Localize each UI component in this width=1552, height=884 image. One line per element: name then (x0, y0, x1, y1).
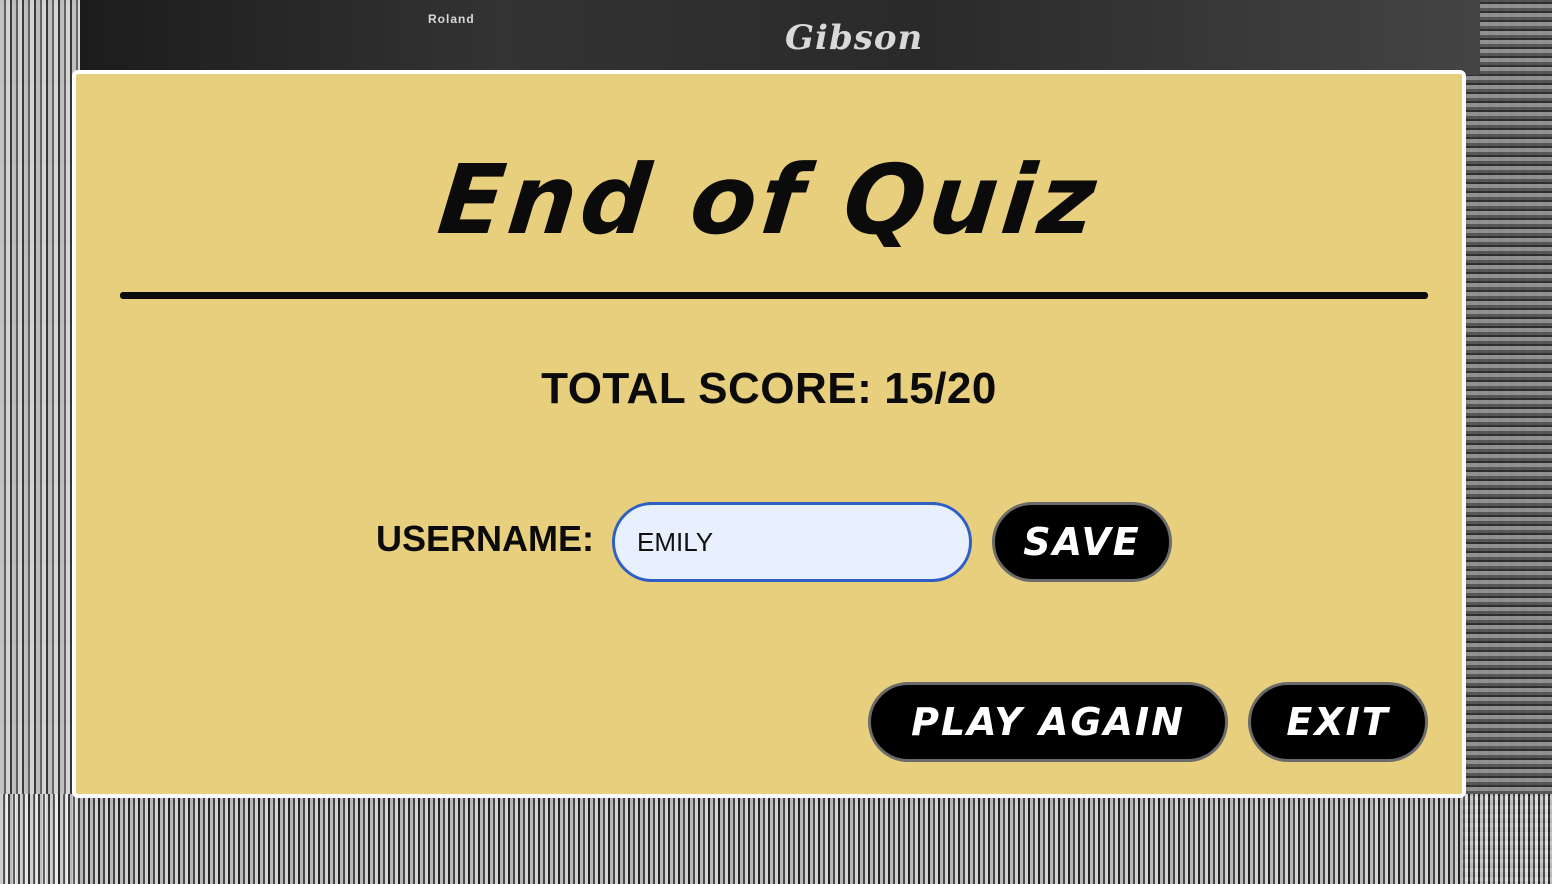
page-title: End of Quiz (433, 144, 1105, 256)
amp-logo-roland: Roland (428, 12, 475, 26)
username-form: USERNAME: (76, 500, 1462, 582)
save-button[interactable]: SAVE (992, 502, 1172, 582)
total-score: TOTAL SCORE: 15/20 (76, 364, 1462, 414)
background-record-shelf-right (1462, 0, 1552, 884)
end-of-quiz-panel: End of Quiz TOTAL SCORE: 15/20 USERNAME: … (72, 70, 1466, 798)
background-record-shelf-left (0, 0, 80, 884)
background-amplifiers (80, 0, 1480, 75)
title-divider (120, 292, 1428, 299)
username-input[interactable] (612, 502, 972, 582)
exit-button[interactable]: EXIT (1248, 682, 1428, 762)
background-record-shelf-bottom (0, 794, 1552, 884)
username-label: USERNAME: (376, 518, 595, 559)
score-value: 15/20 (884, 364, 997, 413)
amp-logo-gibson: Gibson (785, 18, 924, 58)
score-label: TOTAL SCORE: (541, 364, 873, 413)
play-again-button[interactable]: PLAY AGAIN (868, 682, 1228, 762)
